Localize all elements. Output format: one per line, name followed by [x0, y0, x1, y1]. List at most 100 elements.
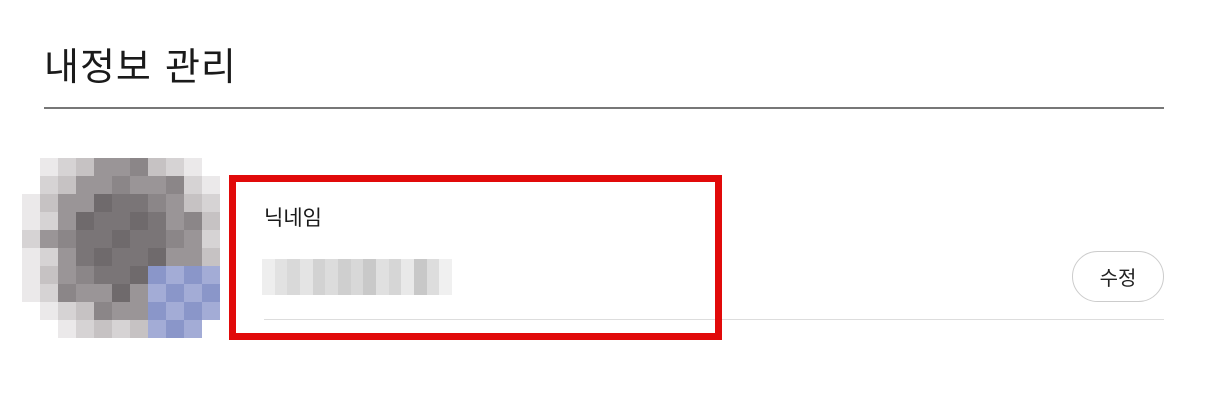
redaction-segment [274, 259, 288, 295]
avatar-pixel [202, 266, 220, 284]
avatar-pixel [130, 320, 148, 338]
redaction-segment [262, 259, 275, 295]
avatar-pixel [58, 248, 76, 266]
highlight-box [229, 175, 722, 340]
avatar-pixel [112, 248, 130, 266]
avatar-pixel [166, 212, 184, 230]
avatar-pixel [94, 284, 112, 302]
avatar-pixel [202, 194, 220, 212]
avatar-pixel [166, 302, 184, 320]
avatar-pixel [94, 176, 112, 194]
avatar-pixel [40, 230, 58, 248]
avatar-pixel [166, 320, 184, 338]
avatar-pixel [112, 230, 130, 248]
avatar-pixel [130, 284, 148, 302]
avatar-pixel [58, 158, 76, 176]
avatar-pixel [184, 248, 202, 266]
avatar-pixel [148, 176, 166, 194]
avatar-pixel [22, 230, 40, 248]
avatar-pixel [40, 266, 58, 284]
avatar-pixel [94, 248, 112, 266]
avatar-pixel [112, 266, 130, 284]
avatar-pixel [22, 194, 40, 212]
avatar-pixel [58, 284, 76, 302]
avatar-pixel [184, 176, 202, 194]
avatar-pixel [40, 176, 58, 194]
avatar-pixel [76, 302, 94, 320]
avatar-pixel [94, 320, 112, 338]
avatar-pixel [76, 284, 94, 302]
avatar-pixel [166, 230, 184, 248]
avatar-pixel [202, 302, 220, 320]
avatar-pixel [130, 266, 148, 284]
avatar-pixel [184, 266, 202, 284]
avatar-pixel [130, 230, 148, 248]
avatar-pixel [76, 176, 94, 194]
avatar-pixel [112, 320, 130, 338]
avatar-pixel [58, 230, 76, 248]
avatar-pixel [94, 230, 112, 248]
nickname-value-redacted [262, 259, 453, 295]
edit-button[interactable]: 수정 [1072, 251, 1164, 302]
avatar-pixel [40, 212, 58, 230]
avatar-pixel [184, 320, 202, 338]
avatar-pixel [76, 230, 94, 248]
redaction-segment [426, 259, 440, 295]
avatar-pixel [22, 212, 40, 230]
avatar-pixel [94, 266, 112, 284]
avatar-pixel [184, 302, 202, 320]
redaction-segment [414, 259, 427, 295]
avatar [22, 158, 220, 338]
avatar-pixel [58, 266, 76, 284]
avatar-pixel [94, 194, 112, 212]
avatar-pixel [166, 266, 184, 284]
avatar-pixel [112, 212, 130, 230]
redaction-segment [300, 259, 313, 295]
avatar-pixel [130, 212, 148, 230]
avatar-pixel [130, 158, 148, 176]
avatar-pixel [166, 194, 184, 212]
avatar-pixel [40, 248, 58, 266]
avatar-pixel [40, 158, 58, 176]
avatar-pixel [22, 248, 40, 266]
avatar-pixel [58, 320, 76, 338]
redaction-segment [376, 259, 389, 295]
avatar-pixel [202, 212, 220, 230]
avatar-pixel [184, 158, 202, 176]
avatar-pixel [76, 320, 94, 338]
avatar-pixel [76, 158, 94, 176]
avatar-pixel [94, 158, 112, 176]
redaction-segment [439, 259, 453, 295]
avatar-pixel [130, 248, 148, 266]
avatar-pixel [202, 230, 220, 248]
avatar-pixel [130, 302, 148, 320]
avatar-pixel [148, 230, 166, 248]
avatar-pixel [22, 266, 40, 284]
avatar-pixel [148, 302, 166, 320]
avatar-pixel [148, 158, 166, 176]
page-title: 내정보 관리 [44, 45, 237, 89]
redaction-segment [350, 259, 364, 295]
avatar-pixel [166, 284, 184, 302]
redaction-segment [363, 259, 377, 295]
redaction-segment [338, 259, 351, 295]
nickname-label: 닉네임 [264, 206, 322, 230]
avatar-pixel [202, 248, 220, 266]
avatar-pixel [166, 248, 184, 266]
redaction-segment [388, 259, 402, 295]
redaction-segment [401, 259, 415, 295]
avatar-pixel [76, 212, 94, 230]
avatar-pixel [112, 302, 130, 320]
avatar-pixel [76, 266, 94, 284]
avatar-pixel [166, 158, 184, 176]
avatar-pixel [58, 302, 76, 320]
avatar-pixel [76, 248, 94, 266]
avatar-pixel [148, 266, 166, 284]
avatar-pixel [76, 194, 94, 212]
avatar-pixel [40, 284, 58, 302]
avatar-pixel [112, 176, 130, 194]
avatar-pixel [184, 194, 202, 212]
title-divider [44, 107, 1164, 109]
avatar-pixel [112, 194, 130, 212]
avatar-pixel [202, 284, 220, 302]
